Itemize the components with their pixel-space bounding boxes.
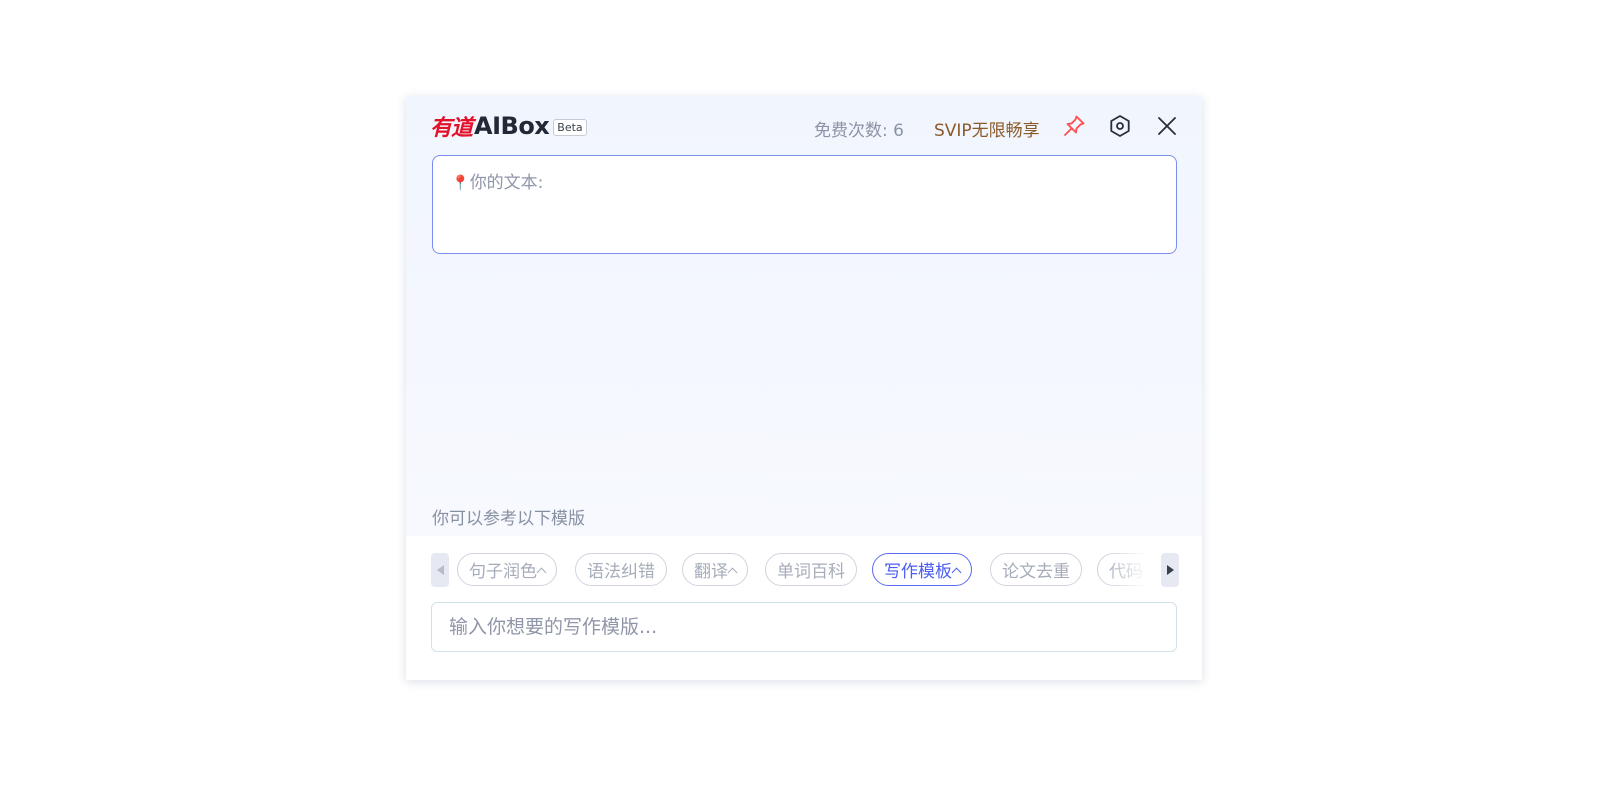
chip-label: 单词百科 xyxy=(777,562,845,582)
location-pin-icon: 📍 xyxy=(451,174,470,192)
your-text-label-text: 你的文本: xyxy=(469,173,544,193)
caret-up-icon xyxy=(727,567,738,577)
pin-icon xyxy=(1064,115,1085,136)
chip-viewport: 句子润色 语法纠错 翻译 单词百科 写作模板 论文去重 代码 xyxy=(457,553,1155,589)
template-chip-row: 句子润色 语法纠错 翻译 单词百科 写作模板 论文去重 代码 xyxy=(431,553,1179,589)
logo-youdao-text: 有道 xyxy=(430,116,473,141)
chip-writing-template[interactable]: 写作模板 xyxy=(872,553,972,586)
your-text-box[interactable]: 📍你的文本: xyxy=(432,155,1177,254)
settings-icon xyxy=(1110,115,1130,137)
pin-button[interactable] xyxy=(1060,112,1088,140)
scroll-left-button[interactable] xyxy=(431,553,449,587)
scroll-right-button[interactable] xyxy=(1161,553,1179,587)
chip-label: 代码 xyxy=(1109,562,1143,582)
chip-word-encyclopedia[interactable]: 单词百科 xyxy=(765,553,857,586)
chip-label: 语法纠错 xyxy=(587,562,655,582)
chip-label: 论文去重 xyxy=(1002,562,1070,582)
template-panel: 句子润色 语法纠错 翻译 单词百科 写作模板 论文去重 代码 xyxy=(406,536,1202,680)
your-text-label: 📍你的文本: xyxy=(451,168,543,193)
caret-up-icon xyxy=(536,567,547,577)
logo-aibox-text: AIBox xyxy=(474,112,550,140)
free-count-label: 免费次数: 6 xyxy=(814,121,904,141)
caret-up-icon xyxy=(951,567,962,577)
template-hint-label: 你可以参考以下模版 xyxy=(432,509,585,529)
template-search-input[interactable] xyxy=(431,602,1177,652)
title-bar: 有道 AIBox Beta 免费次数: 6 SVIP无限畅享 xyxy=(406,96,1202,154)
chip-label: 写作模板 xyxy=(884,562,952,582)
close-button[interactable] xyxy=(1153,112,1181,140)
chip-sentence-polish[interactable]: 句子润色 xyxy=(457,553,557,586)
aibox-logo: 有道 AIBox Beta xyxy=(430,112,587,141)
chip-label: 句子润色 xyxy=(469,562,537,582)
settings-button[interactable] xyxy=(1106,112,1134,140)
chip-label: 翻译 xyxy=(694,562,728,582)
aibox-window: 有道 AIBox Beta 免费次数: 6 SVIP无限畅享 📍你的文本: 你可… xyxy=(406,96,1202,680)
chip-paper-dedup[interactable]: 论文去重 xyxy=(990,553,1082,586)
chip-grammar-check[interactable]: 语法纠错 xyxy=(575,553,667,586)
chip-translate[interactable]: 翻译 xyxy=(682,553,748,586)
arrow-left-icon xyxy=(436,565,444,575)
chip-code[interactable]: 代码 xyxy=(1097,553,1155,586)
arrow-right-icon xyxy=(1166,565,1174,575)
close-icon xyxy=(1158,117,1176,135)
svip-link[interactable]: SVIP无限畅享 xyxy=(934,116,1040,141)
beta-badge: Beta xyxy=(553,119,587,136)
